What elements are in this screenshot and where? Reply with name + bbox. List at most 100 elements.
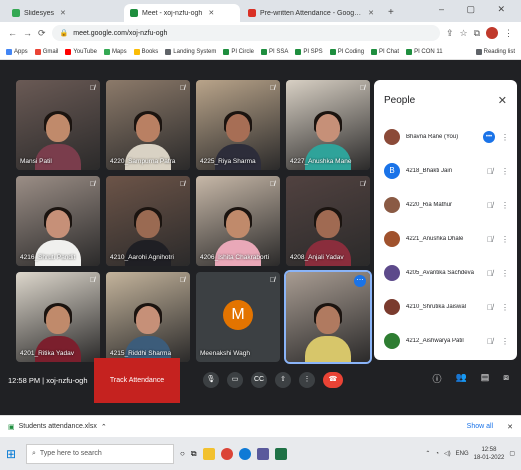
share-icon[interactable]: ⇪ [446, 28, 454, 39]
back-icon[interactable]: ← [8, 28, 17, 38]
cortana-icon[interactable]: ○ [180, 449, 185, 458]
extensions-icon[interactable]: ⧉ [474, 28, 480, 39]
bookmark-item[interactable]: Gmail [34, 48, 58, 55]
bookmark-item[interactable]: PI SSA [261, 48, 288, 55]
reading-list[interactable]: Reading list [475, 48, 515, 55]
participant-row[interactable]: 4221_Anushka Dhale 🎙̸ ⋮ [374, 222, 517, 256]
new-tab-button[interactable]: + [382, 4, 400, 22]
more-options-icon[interactable]: ⋮ [501, 303, 509, 312]
info-icon[interactable]: ⓘ [433, 372, 442, 385]
participant-tile[interactable]: ⋯ [284, 270, 372, 364]
chevron-up-icon[interactable]: ⌃ [425, 450, 430, 457]
bookmark-item[interactable]: PI Coding [329, 48, 365, 55]
participant-tile[interactable]: 🎙̸ 4225_Riya Sharma [196, 80, 280, 170]
close-icon[interactable]: ✕ [498, 94, 507, 107]
close-tab-icon[interactable]: ✕ [60, 9, 66, 17]
forward-icon[interactable]: → [23, 28, 32, 38]
track-attendance-button[interactable]: Track Attendance [94, 358, 180, 403]
language-indicator[interactable]: ENG [456, 451, 469, 457]
bookmark-item[interactable]: PI CON 11 [406, 48, 443, 55]
mic-muted-icon[interactable]: 🎙̸ [485, 201, 495, 210]
participant-tile[interactable]: 🎙̸ 4201_Ritika Yadav [16, 272, 100, 362]
participant-row[interactable]: Bhavna Rane (You) ••• ⋮ [374, 120, 517, 154]
bookmark-item[interactable]: PI Circle [223, 48, 254, 55]
participant-row[interactable]: 4205_Avantika Sachdeva 🎙̸ ⋮ [374, 256, 517, 290]
more-options-icon[interactable]: ⋮ [299, 372, 315, 388]
participant-row[interactable]: 4210_Shrutika Jaiswal 🎙̸ ⋮ [374, 290, 517, 324]
participant-row[interactable]: B 4218_Bhakti Jain 🎙̸ ⋮ [374, 154, 517, 188]
participant-tile[interactable]: 🎙̸ 4208_Anjali Yadav [286, 176, 370, 266]
people-icon[interactable]: 👥 [456, 372, 467, 385]
mic-muted-icon[interactable]: 🎙̸ [485, 269, 495, 278]
taskbar-search-input[interactable]: ⌕ Type here to search [26, 443, 174, 464]
reload-icon[interactable]: ⟳ [38, 28, 46, 39]
window-controls[interactable]: – ▢ ✕ [439, 4, 515, 15]
system-tray: ⌃ ◔ ◁) ENG 12:58 18-01-2022 ▢ [425, 446, 515, 462]
download-item[interactable]: ▣ Students attendance.xlsx ⌃ [8, 423, 107, 431]
more-options-icon[interactable]: ⋮ [501, 235, 509, 244]
bookmark-label: PI Coding [337, 48, 365, 55]
task-view-icon[interactable]: ⧉ [191, 449, 197, 459]
mic-muted-icon[interactable]: 🎙̸ [485, 167, 495, 176]
more-options-icon[interactable]: ⋮ [501, 133, 509, 142]
excel-icon[interactable] [274, 447, 287, 460]
close-tab-icon[interactable]: ✕ [208, 9, 214, 17]
network-icon[interactable]: ◔ [435, 451, 439, 457]
reading-list-label: Reading list [483, 48, 515, 55]
mic-muted-icon[interactable]: 🎙̸ [485, 235, 495, 244]
participant-tile[interactable]: 🎙̸ 4206_Ishita Chakraborti [196, 176, 280, 266]
mic-muted-icon[interactable]: 🎙̸ [485, 303, 495, 312]
mic-muted-icon[interactable]: 🎙̸ [485, 337, 495, 346]
close-icon[interactable]: ✕ [507, 423, 513, 431]
bookmark-item[interactable]: PI Chat [371, 48, 399, 55]
more-options-icon[interactable]: ⋮ [501, 337, 509, 346]
participant-row[interactable]: 4212_Aishwarya Patil 🎙̸ ⋮ [374, 324, 517, 358]
show-all-link[interactable]: Show all [467, 423, 493, 430]
profile-avatar[interactable] [486, 27, 498, 39]
captions-icon[interactable]: CC [251, 372, 267, 388]
participant-tile[interactable]: 🎙̸ 4220_Sampurna Patra [106, 80, 190, 170]
camera-icon[interactable]: ▭ [227, 372, 243, 388]
end-call-button[interactable]: ☎ [323, 372, 343, 388]
more-options-icon[interactable]: ⋮ [501, 167, 509, 176]
activities-icon[interactable]: ⧈ [503, 372, 509, 385]
browser-tab[interactable]: Pre-written Attendance - Google Sheets ✕ [242, 4, 380, 22]
bookmark-item[interactable]: Landing System [165, 48, 216, 55]
windows-start-icon[interactable]: ⊞ [6, 447, 20, 461]
chat-icon[interactable]: ▤ [481, 372, 490, 385]
mic-icon[interactable]: 🎙 [203, 372, 219, 388]
present-icon[interactable]: ⇧ [275, 372, 291, 388]
participant-face [226, 210, 250, 238]
bookmark-item[interactable]: Apps [6, 48, 28, 55]
participant-face [226, 114, 250, 142]
participant-tile[interactable]: M 🎙̸ Meenakshi Wagh [196, 272, 280, 362]
close-tab-icon[interactable]: ✕ [368, 9, 374, 17]
participant-avatar [384, 129, 400, 145]
participant-tile[interactable]: 🎙̸ 4210_Aarohi Agnihotri [106, 176, 190, 266]
chevron-up-icon[interactable]: ⌃ [101, 423, 107, 431]
participant-tile[interactable]: 🎙̸ 4216_Shruti Pandit [16, 176, 100, 266]
participant-row[interactable]: 4220_Ria Mathur 🎙̸ ⋮ [374, 188, 517, 222]
participant-tile[interactable]: 🎙̸ 4227_Anushka Mane [286, 80, 370, 170]
chrome-icon[interactable] [220, 447, 233, 460]
more-options-icon[interactable]: ⋮ [501, 269, 509, 278]
downloads-bar: ▣ Students attendance.xlsx ⌃ Show all ✕ [0, 415, 521, 437]
more-options-icon[interactable]: ⋮ [501, 201, 509, 210]
store-icon[interactable] [256, 447, 269, 460]
bookmark-item[interactable]: PI SPS [295, 48, 323, 55]
notifications-icon[interactable]: ▢ [509, 450, 515, 457]
browser-tab[interactable]: Meet - xoj-nzfu-ogh ✕ [124, 4, 240, 22]
bookmark-item[interactable]: YouTube [65, 48, 97, 55]
browser-menu-icon[interactable]: ⋮ [504, 28, 513, 39]
taskbar-clock[interactable]: 12:58 18-01-2022 [474, 446, 505, 462]
volume-icon[interactable]: ◁) [444, 450, 451, 457]
url-input[interactable]: 🔒 meet.google.com/xoj-nzfu-ogh [51, 25, 440, 41]
explorer-icon[interactable] [202, 447, 215, 460]
bookmark-item[interactable]: Books [133, 48, 158, 55]
edge-icon[interactable] [238, 447, 251, 460]
participant-tile[interactable]: 🎙̸ Mansi Patil [16, 80, 100, 170]
star-icon[interactable]: ☆ [459, 28, 467, 39]
browser-tab[interactable]: Slidesyes ✕ [6, 4, 122, 22]
participant-tile[interactable]: 🎙̸ 4215_Riddhi Sharma [106, 272, 190, 362]
bookmark-item[interactable]: Maps [103, 48, 127, 55]
